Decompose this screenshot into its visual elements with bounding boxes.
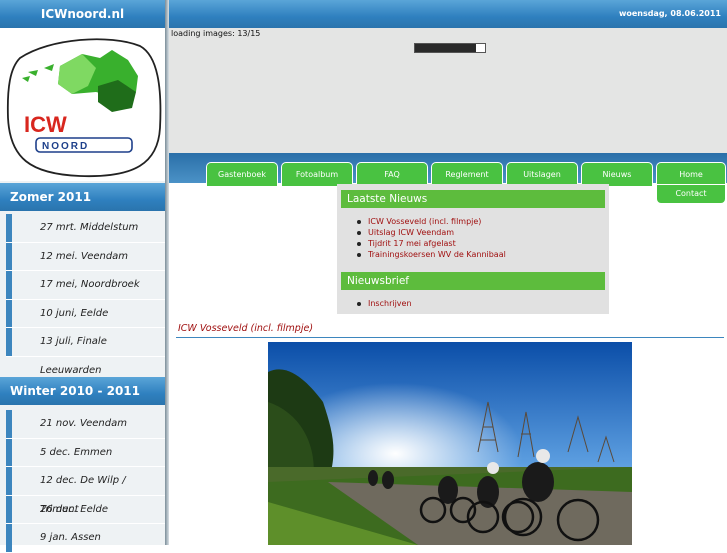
nav-faq[interactable]: FAQ: [356, 162, 428, 186]
season-list-zomer: 27 mrt. Middelstum 12 mei. Veendam 17 me…: [0, 214, 165, 376]
article-title[interactable]: ICW Vosseveld (incl. filmpje): [178, 323, 313, 334]
nav-fotoalbum[interactable]: Fotoalbum: [281, 162, 353, 186]
article-divider: [176, 337, 724, 338]
news-link[interactable]: Tijdrit 17 mei afgelast: [355, 238, 506, 249]
season-list-winter: 21 nov. Veendam 5 dec. Emmen 12 dec. De …: [0, 410, 165, 553]
logo[interactable]: ICW NOORD: [0, 28, 165, 181]
newsletter-list: Inschrijven: [355, 298, 412, 309]
logo-text-icw: ICW: [24, 112, 67, 137]
banner-slideshow: loading images: 13/15: [169, 28, 727, 153]
season-heading-winter: Winter 2010 - 2011: [0, 377, 165, 405]
nav-contact[interactable]: Contact: [656, 184, 726, 204]
season-item[interactable]: 10 juni, Eelde: [6, 299, 165, 329]
season-item[interactable]: 12 mei. Veendam: [6, 242, 165, 272]
season-item[interactable]: 5 dec. Emmen: [6, 438, 165, 468]
logo-text-noord: NOORD: [42, 141, 89, 152]
nav-reglement[interactable]: Reglement: [431, 162, 503, 186]
season-heading-zomer: Zomer 2011: [0, 183, 165, 211]
nav-uitslagen[interactable]: Uitslagen: [506, 162, 578, 186]
news-panel: Laatste Nieuws ICW Vosseveld (incl. film…: [337, 184, 609, 314]
newsletter-signup-link[interactable]: Inschrijven: [355, 298, 412, 309]
season-item[interactable]: 21 nov. Veendam: [6, 410, 165, 439]
nav-gastenboek[interactable]: Gastenboek: [206, 162, 278, 186]
season-item[interactable]: 27 mrt. Middelstum: [6, 214, 165, 243]
date-bar: woensdag, 08.06.2011: [169, 0, 727, 28]
season-item[interactable]: 9 jan. Assen: [6, 524, 165, 553]
news-link[interactable]: ICW Vosseveld (incl. filmpje): [355, 216, 506, 227]
nav-home[interactable]: Home: [656, 162, 726, 186]
newsletter-heading: Nieuwsbrief: [341, 272, 605, 290]
nav-nieuws[interactable]: Nieuws: [581, 162, 653, 186]
date-text: woensdag, 08.06.2011: [618, 9, 721, 18]
icw-noord-logo-image: ICW NOORD: [6, 38, 162, 178]
season-item[interactable]: 17 mei, Noordbroek: [6, 271, 165, 300]
loading-progress-fill: [415, 44, 476, 52]
news-link[interactable]: Uitslag ICW Veendam: [355, 227, 506, 238]
news-list: ICW Vosseveld (incl. filmpje) Uitslag IC…: [355, 216, 506, 260]
news-link[interactable]: Trainingskoersen WV de Kannibaal: [355, 249, 506, 260]
article-photo-cyclists: [268, 342, 632, 545]
season-item[interactable]: 13 juli, Finale Leeuwarden: [6, 328, 165, 376]
news-heading: Laatste Nieuws: [341, 190, 605, 208]
season-item[interactable]: 12 dec. De Wilp / Trimunt: [6, 467, 165, 515]
season-item[interactable]: 26 dec. Eelde: [6, 495, 165, 525]
loading-text: loading images: 13/15: [171, 29, 261, 38]
site-title[interactable]: ICWnoord.nl: [0, 0, 165, 28]
loading-progress-bar: [414, 43, 486, 53]
